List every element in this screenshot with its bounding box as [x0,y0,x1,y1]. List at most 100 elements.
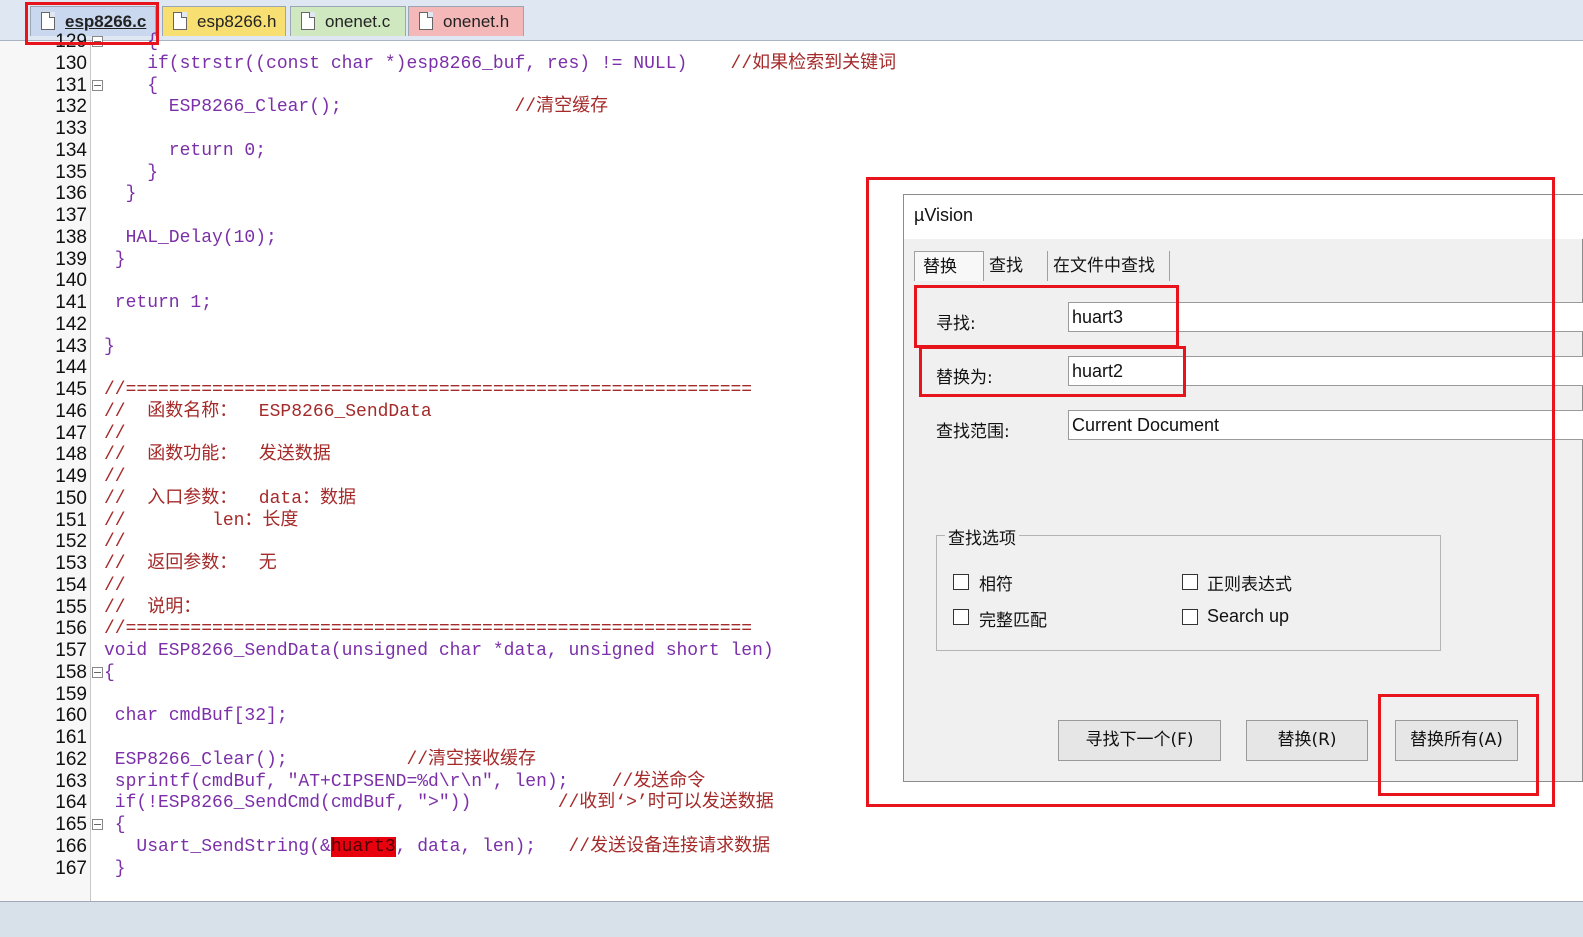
code-comment: // [104,575,126,596]
code-text: } [104,249,126,271]
code-comment: // [104,532,126,553]
tab-label: onenet.h [443,12,510,31]
code-comment: //======================================… [104,380,753,400]
code-comment: // 函数功能： 发送数据 [104,445,331,466]
code-text: // [104,466,126,488]
code-segment: , data, len); [395,836,569,857]
code-text: sprintf(cmdBuf, "AT+CIPSEND=%d\r\n", len… [104,771,706,793]
code-line[interactable]: 129 { [0,31,1583,53]
file-icon [173,12,187,30]
line-number: 160 [55,705,87,727]
code-segment: } [104,336,115,357]
line-number: 162 [55,748,87,770]
code-segment: } [104,184,137,205]
fold-toggle-icon[interactable] [92,666,103,678]
line-number: 141 [55,292,87,313]
code-text: } [104,183,137,205]
code-segment: void ESP8266_SendData(unsigned char *dat… [104,641,774,661]
annotation-box-active-tab [25,2,159,45]
code-comment: // 函数名称： ESP8266_SendData [104,401,432,422]
code-comment: // len：长度 [104,510,299,531]
line-number: 151 [55,509,87,531]
fold-toggle-icon[interactable] [92,819,103,830]
code-comment: //清空接收缓存 [406,749,537,770]
code-segment: } [104,162,159,183]
code-line[interactable]: 132 ESP8266_Clear(); //清空缓存 [0,96,1583,118]
line-number: 130 [55,52,87,74]
line-number: 142 [55,313,87,335]
code-text: { [104,662,115,684]
code-line[interactable]: 133 [0,118,1583,140]
line-number: 167 [55,857,87,879]
code-line[interactable]: 167 } [0,858,1583,880]
code-line[interactable]: 165 { [0,814,1583,836]
line-number: 155 [55,596,87,618]
code-comment: // 返回参数： 无 [104,554,277,574]
code-text: // 入口参数： data：数据 [104,488,356,510]
code-text: } [104,336,115,358]
code-text: // 说明： [104,597,201,619]
line-number: 137 [55,205,87,226]
code-text: } [104,858,126,880]
code-comment: //发送命令 [611,771,706,792]
line-number: 134 [55,139,87,161]
fold-toggle-icon[interactable] [92,79,103,91]
code-segment: if(strstr((const char *)esp8266_buf, res… [104,53,731,74]
line-number: 166 [55,835,87,857]
code-text: Usart_SendString(&huart3, data, len); //… [104,836,770,858]
code-text: { [104,814,126,836]
line-number: 140 [55,270,87,292]
code-text: //======================================… [104,618,752,640]
code-segment: ESP8266_Clear(); [104,97,515,118]
code-line[interactable]: 166 Usart_SendString(&huart3, data, len)… [0,836,1583,858]
code-comment: //======================================… [104,619,753,640]
line-number: 133 [55,118,87,139]
code-text: HAL_Delay(10); [104,227,277,249]
annotation-box-find [914,285,1179,348]
status-bar [0,901,1583,937]
line-number: 147 [55,422,87,444]
line-number: 161 [55,727,87,748]
line-number: 159 [55,683,87,705]
code-text: // len：长度 [104,510,298,532]
code-comment: //发送设备连接请求数据 [568,836,771,857]
code-text: void ESP8266_SendData(unsigned char *dat… [104,640,774,662]
file-icon [419,12,433,30]
annotation-box-replace [919,346,1186,397]
line-number: 146 [55,400,87,422]
code-segment: } [104,249,126,270]
code-text: //======================================… [104,379,752,401]
code-text: // 函数功能： 发送数据 [104,444,331,466]
code-text: // 函数名称： ESP8266_SendData [104,401,432,423]
code-text: if(strstr((const char *)esp8266_buf, res… [104,53,896,75]
code-comment: //如果检索到关键词 [730,53,897,74]
code-comment: // 说明： [104,597,202,618]
line-number: 131 [55,74,87,96]
code-line[interactable]: 131 { [0,75,1583,97]
line-number: 144 [55,357,87,379]
line-number: 138 [55,226,87,248]
line-number: 132 [55,96,87,118]
file-icon [301,12,315,30]
code-text: return 1; [104,292,212,314]
code-comment: // [104,467,126,487]
code-text: return 0; [104,140,266,162]
line-number: 149 [55,466,87,487]
line-number: 145 [55,379,87,400]
code-comment: //清空缓存 [514,97,609,118]
code-text: // [104,423,126,445]
code-segment: { [104,815,126,835]
line-number: 135 [55,161,87,183]
code-text: // 返回参数： 无 [104,553,277,575]
annotation-box-replace-all [1378,694,1539,796]
code-text: { [104,75,158,97]
code-text: // [104,575,126,597]
line-number: 136 [55,183,87,205]
code-segment: Usart_SendString(& [104,836,331,857]
code-segment: return 0; [104,140,267,161]
line-number: 150 [55,487,87,509]
code-segment: sprintf(cmdBuf, "AT+CIPSEND=%d\r\n", len… [104,771,612,792]
code-line[interactable]: 134 return 0; [0,140,1583,162]
code-text: if(!ESP8266_SendCmd(cmdBuf, ">")) //收到‘>… [104,792,774,814]
code-line[interactable]: 130 if(strstr((const char *)esp8266_buf,… [0,53,1583,75]
